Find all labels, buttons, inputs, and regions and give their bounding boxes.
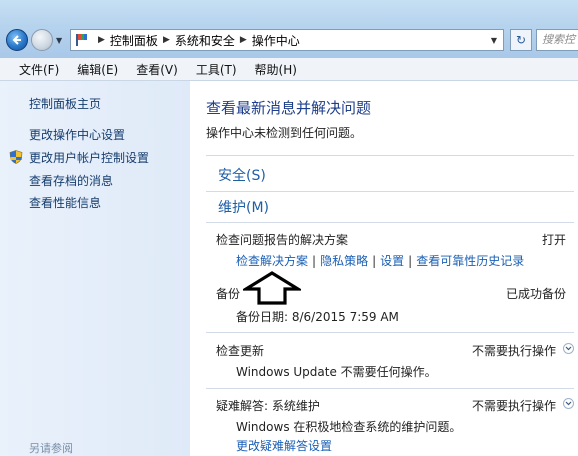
search-input[interactable]: 搜索控 — [536, 29, 578, 51]
back-button[interactable] — [6, 29, 28, 51]
sidebar-item-view-performance-info[interactable]: 查看性能信息 — [29, 194, 101, 211]
backup-date: 备份日期: 8/6/2015 7:59 AM — [236, 310, 399, 324]
troubleshooting-status: 不需要执行操作 — [471, 399, 556, 413]
uac-shield-icon — [9, 150, 23, 164]
divider — [206, 191, 574, 192]
menu-view[interactable]: 查看(V) — [136, 61, 178, 78]
window-titlebar: ▼ ▶ 控制面板 ▶ 系统和安全 ▶ 操作中心 ▼ ↻ 搜索控 — [0, 0, 578, 58]
problem-reports-status: 打开 — [541, 233, 566, 247]
breadcrumb-chevron-icon[interactable]: ▶ — [163, 35, 170, 45]
expand-chevron-icon[interactable] — [563, 343, 574, 354]
divider — [206, 388, 574, 389]
breadcrumb-action-center[interactable]: 操作中心 — [252, 32, 300, 49]
recent-pages-dropdown[interactable]: ▼ — [56, 36, 62, 45]
link-separator: | — [372, 254, 377, 268]
change-troubleshooting-settings-link[interactable]: 更改疑难解答设置 — [236, 437, 332, 454]
page-title: 查看最新消息并解决问题 — [206, 99, 372, 117]
see-also-label: 另请参阅 — [29, 442, 73, 455]
address-dropdown-icon[interactable]: ▼ — [491, 36, 497, 45]
security-section-header[interactable]: 安全(S) — [218, 165, 266, 185]
maintenance-section-header[interactable]: 维护(M) — [218, 197, 269, 217]
backup-label: 备份 — [216, 287, 241, 301]
sidebar-item-change-action-center-settings[interactable]: 更改操作中心设置 — [29, 126, 125, 143]
page-subtitle: 操作中心未检测到任何问题。 — [206, 126, 363, 140]
problem-reports-label: 检查问题报告的解决方案 — [216, 233, 349, 247]
sidebar-item-control-panel-home[interactable]: 控制面板主页 — [29, 95, 101, 112]
check-updates-detail: Windows Update 不需要任何操作。 — [236, 365, 437, 379]
check-solutions-link[interactable]: 检查解决方案 — [236, 254, 308, 268]
action-center-flag-icon — [75, 33, 89, 47]
divider — [206, 155, 574, 156]
menu-tools[interactable]: 工具(T) — [196, 61, 237, 78]
settings-link[interactable]: 设置 — [380, 254, 404, 268]
link-separator: | — [408, 254, 413, 268]
breadcrumb-chevron-icon[interactable]: ▶ — [98, 35, 105, 45]
problem-reports-links: 检查解决方案 | 隐私策略 | 设置 | 查看可靠性历史记录 — [236, 252, 524, 269]
address-bar[interactable]: ▶ 控制面板 ▶ 系统和安全 ▶ 操作中心 ▼ — [70, 29, 504, 51]
menu-bar: 文件(F) 编辑(E) 查看(V) 工具(T) 帮助(H) — [0, 58, 578, 81]
troubleshooting-label: 疑难解答: 系统维护 — [216, 399, 320, 413]
menu-help[interactable]: 帮助(H) — [255, 61, 297, 78]
check-updates-label: 检查更新 — [216, 344, 265, 358]
check-updates-status: 不需要执行操作 — [471, 344, 556, 358]
privacy-policy-link[interactable]: 隐私策略 — [320, 254, 368, 268]
divider — [206, 222, 574, 223]
sidebar-item-view-archived-messages[interactable]: 查看存档的消息 — [29, 172, 113, 189]
menu-edit[interactable]: 编辑(E) — [77, 61, 118, 78]
sidebar-item-change-uac-settings[interactable]: 更改用户帐户控制设置 — [29, 149, 149, 166]
reliability-history-link[interactable]: 查看可靠性历史记录 — [416, 254, 524, 268]
divider — [206, 332, 574, 333]
link-separator: | — [312, 254, 317, 268]
troubleshooting-detail: Windows 在积极地检查系统的维护问题。 — [236, 420, 462, 434]
menu-file[interactable]: 文件(F) — [19, 61, 59, 78]
breadcrumb-control-panel[interactable]: 控制面板 — [110, 32, 158, 49]
refresh-button[interactable]: ↻ — [510, 29, 532, 51]
back-arrow-icon — [12, 35, 21, 45]
expand-chevron-icon[interactable] — [563, 398, 574, 409]
breadcrumb-chevron-icon[interactable]: ▶ — [240, 35, 247, 45]
forward-button[interactable] — [31, 29, 53, 51]
backup-status: 已成功备份 — [505, 287, 566, 301]
up-arrow-annotation-icon — [243, 271, 301, 305]
breadcrumb-system-security[interactable]: 系统和安全 — [175, 32, 235, 49]
